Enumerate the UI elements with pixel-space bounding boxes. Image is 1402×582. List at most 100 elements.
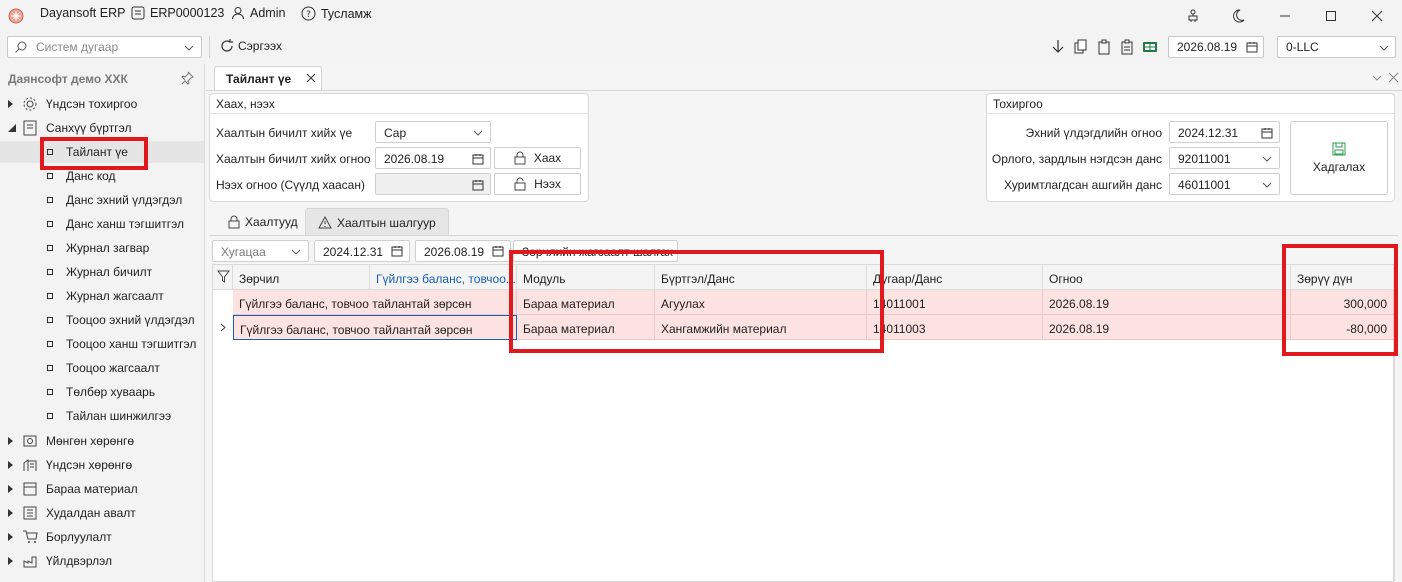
sidebar-item[interactable]: Мөнгөн хөрөнгө <box>0 430 204 452</box>
current-date-field[interactable]: 2026.08.19 <box>1168 36 1264 58</box>
cell-registry[interactable]: Хангамжийн материал <box>655 315 867 340</box>
close-tab-icon <box>306 73 316 83</box>
tab-reporting-period[interactable]: Тайлант үе <box>214 66 322 90</box>
sidebar-item[interactable]: Худалдан авалт <box>0 502 204 524</box>
sidebar-subitem[interactable]: Тайлант үе <box>0 141 204 163</box>
calendar-icon <box>492 246 504 257</box>
pin-icon[interactable] <box>180 71 194 85</box>
dark-mode-icon[interactable] <box>1226 4 1250 28</box>
expense-account-select[interactable]: 92011001 <box>1169 147 1280 169</box>
sidebar-subitem[interactable]: Данс эхний үлдэгдэл <box>0 189 204 211</box>
sidebar-subitem[interactable]: Тайлан шинжилгээ <box>0 405 204 427</box>
sidebar-item-finance[interactable]: Санхүү бүртгэл <box>0 117 204 139</box>
sidebar-subitem[interactable]: Төлбөр хуваарь <box>0 381 204 403</box>
sidebar-subitem[interactable]: Журнал бичилт <box>0 261 204 283</box>
sidebar-item-label: Үйлдвэрлэл <box>46 554 113 568</box>
cell-difference[interactable]: 300,000 <box>1291 290 1394 315</box>
close-all-icon[interactable] <box>1388 72 1399 83</box>
column-header-violation[interactable]: Зөрчил <box>233 265 370 290</box>
column-header-module[interactable]: Модуль <box>517 265 655 290</box>
calendar-icon <box>472 180 484 191</box>
current-row-icon <box>220 323 226 332</box>
clipboard-icon[interactable] <box>1119 39 1135 55</box>
close-date-label: Хаалтын бичилт хийх огноо <box>216 152 371 166</box>
column-header-registry[interactable]: Бүртгэл/Данс <box>655 265 867 290</box>
user-menu[interactable]: Admin <box>231 6 285 20</box>
date-to-field[interactable]: 2026.08.19 <box>415 240 511 262</box>
group-title: Тохиргоо <box>987 94 1394 114</box>
excel-icon[interactable] <box>1142 39 1158 55</box>
calendar-icon <box>391 246 403 257</box>
sidebar-subitem[interactable]: Тооцоо ханш тэгшитгэл <box>0 333 204 355</box>
sidebar-item-label: Үндсэн хөрөнгө <box>46 458 133 472</box>
refresh-icon <box>221 39 233 52</box>
sidebar-subitem[interactable]: Данс код <box>0 165 204 187</box>
cell-difference[interactable]: -80,000 <box>1291 315 1394 340</box>
sidebar-item[interactable]: Үйлдвэрлэл <box>0 550 204 572</box>
open-period-button[interactable]: Нээх <box>494 173 581 195</box>
close-date-field[interactable]: 2026.08.19 <box>375 147 491 169</box>
start-balance-date-field[interactable]: 2024.12.31 <box>1169 121 1280 143</box>
sidebar-subitem[interactable]: Журнал загвар <box>0 237 204 259</box>
calendar-icon <box>1246 42 1258 53</box>
close-type-select[interactable]: Сар <box>375 121 491 143</box>
sidebar-subitem[interactable]: Журнал жагсаалт <box>0 285 204 307</box>
sidebar-item[interactable]: Үндсэн хөрөнгө <box>0 454 204 476</box>
period-select[interactable]: Хугацаа <box>212 240 309 262</box>
help-menu[interactable]: ? Тусламж <box>301 6 372 21</box>
download-icon[interactable] <box>1050 39 1066 55</box>
close-window-icon[interactable] <box>1365 4 1389 28</box>
row-selector[interactable] <box>213 290 233 315</box>
robot-icon[interactable] <box>1181 4 1205 28</box>
sidebar-item-general-settings[interactable]: Үндсэн тохиргоо <box>0 93 204 115</box>
cell-violation[interactable]: Гүйлгээ баланс, товчоо тайлантай зөрсөн <box>233 290 517 315</box>
copy-icon[interactable] <box>1073 39 1089 55</box>
cell-violation[interactable]: Гүйлгээ баланс, товчоо тайлантай зөрсөн <box>233 315 517 340</box>
sidebar-subitem-label: Журнал жагсаалт <box>66 289 164 303</box>
retained-account-select[interactable]: 46011001 <box>1169 173 1280 195</box>
expand-arrow-icon <box>8 461 13 469</box>
chevron-down-icon[interactable] <box>1371 72 1383 84</box>
maximize-icon[interactable] <box>1319 4 1343 28</box>
sidebar-subitem[interactable]: Тооцоо эхний үлдэгдэл <box>0 309 204 331</box>
paste-icon[interactable] <box>1096 39 1112 55</box>
column-header-balance[interactable]: Гүйлгээ баланс, товчоо... <box>370 265 517 290</box>
grid-border <box>1394 265 1395 581</box>
system-number-search[interactable]: Систем дугаар <box>7 36 202 58</box>
cell-date[interactable]: 2026.08.19 <box>1043 315 1291 340</box>
user-icon <box>232 7 244 20</box>
cell-number[interactable]: 14011003 <box>867 315 1043 340</box>
company-code[interactable]: ERP0000123 <box>131 6 224 20</box>
sidebar-item[interactable]: Борлуулалт <box>0 526 204 548</box>
cell-date[interactable]: 2026.08.19 <box>1043 290 1291 315</box>
org-name: Даянсофт демо ХХК <box>8 72 128 86</box>
filter-column-header[interactable] <box>213 265 233 290</box>
tab-closing-criteria[interactable]: Хаалтын шалгуур <box>305 208 449 236</box>
sidebar-item-label: Бараа материал <box>46 482 138 496</box>
cell-registry[interactable]: Агуулах <box>655 290 867 315</box>
row-selector[interactable] <box>213 315 233 340</box>
close-period-button[interactable]: Хаах <box>494 147 581 169</box>
sidebar-subitem-label: Данс эхний үлдэгдэл <box>66 193 183 207</box>
cell-module[interactable]: Бараа материал <box>517 290 655 315</box>
cell-number[interactable]: 14011001 <box>867 290 1043 315</box>
date-from-field[interactable]: 2024.12.31 <box>314 240 410 262</box>
bullet-icon <box>47 365 53 371</box>
org-selector[interactable]: 0-LLC <box>1277 36 1396 58</box>
tab-closings[interactable]: Хаалтууд <box>216 208 310 236</box>
open-date-field[interactable] <box>375 173 491 195</box>
sidebar-item[interactable]: Бараа материал <box>0 478 204 500</box>
bullet-icon <box>47 149 53 155</box>
sidebar-subitem[interactable]: Данс ханш тэгшитгэл <box>0 213 204 235</box>
save-button[interactable]: Хадгалах <box>1290 121 1388 195</box>
minimize-icon[interactable] <box>1273 4 1297 28</box>
column-header-number[interactable]: Дугаар/Данс <box>867 265 1043 290</box>
column-header-date[interactable]: Огноо <box>1043 265 1291 290</box>
bullet-icon <box>47 317 53 323</box>
save-icon <box>1332 142 1346 156</box>
check-violations-button[interactable]: Зөрчлийн жагсаалт шалгах <box>513 240 678 262</box>
sidebar-subitem[interactable]: Тооцоо жагсаалт <box>0 357 204 379</box>
refresh-button[interactable]: Сэргээх <box>219 38 282 54</box>
cell-module[interactable]: Бараа материал <box>517 315 655 340</box>
column-header-difference[interactable]: Зөрүү дүн <box>1291 265 1394 290</box>
